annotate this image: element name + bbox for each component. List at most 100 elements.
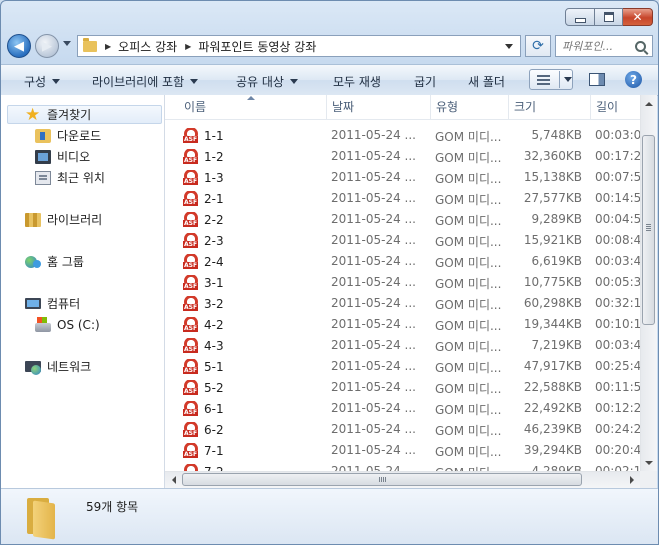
burn-button[interactable]: 굽기 bbox=[414, 73, 436, 90]
table-row[interactable]: 2-3 2011-05-24 ... GOM 미디... 15,921KB 00:08:… bbox=[165, 230, 640, 251]
file-size: 22,492KB bbox=[523, 401, 582, 415]
table-row[interactable]: 4-3 2011-05-24 ... GOM 미디... 7,219KB 00:03:4… bbox=[165, 335, 640, 356]
view-options-button[interactable] bbox=[529, 69, 573, 90]
file-size: 10,775KB bbox=[523, 275, 582, 289]
help-icon[interactable]: ? bbox=[625, 71, 642, 88]
horizontal-scroll-thumb[interactable] bbox=[182, 473, 582, 486]
breadcrumb-separator-icon[interactable]: ▶ bbox=[185, 42, 191, 51]
file-length: 00:03:46 bbox=[595, 338, 640, 352]
new-folder-button[interactable]: 새 폴더 bbox=[468, 73, 505, 90]
sidebar-item-network[interactable]: 네트워크 bbox=[25, 357, 91, 376]
file-date: 2011-05-24 ... bbox=[331, 464, 416, 471]
table-row[interactable]: 2-4 2011-05-24 ... GOM 미디... 6,619KB 00:03:4… bbox=[165, 251, 640, 272]
file-type: GOM 미디... bbox=[435, 172, 502, 186]
hard-disk-icon bbox=[35, 316, 51, 332]
file-name: 7-1 bbox=[204, 443, 224, 458]
table-row[interactable]: 5-1 2011-05-24 ... GOM 미디... 47,917KB 00:25:… bbox=[165, 356, 640, 377]
file-length: 00:20:49 bbox=[595, 443, 640, 457]
table-row[interactable]: 4-2 2011-05-24 ... GOM 미디... 19,344KB 00:10:… bbox=[165, 314, 640, 335]
sidebar-item-libraries[interactable]: 라이브러리 bbox=[25, 210, 102, 229]
column-header-type[interactable]: 유형 bbox=[431, 95, 509, 119]
refresh-button[interactable]: ⟳ bbox=[525, 35, 551, 57]
search-input[interactable] bbox=[562, 39, 632, 53]
table-row[interactable]: 1-2 2011-05-24 ... GOM 미디... 32,360KB 00:17:… bbox=[165, 146, 640, 167]
table-row[interactable]: 7-1 2011-05-24 ... GOM 미디... 39,294KB 00:20:… bbox=[165, 440, 640, 461]
address-dropdown-icon[interactable] bbox=[505, 44, 513, 49]
file-date: 2011-05-24 ... bbox=[331, 254, 416, 268]
sidebar-item-favorites[interactable]: 즐겨찾기 bbox=[7, 105, 162, 125]
file-name: 5-2 bbox=[204, 380, 224, 395]
maximize-button[interactable] bbox=[595, 8, 623, 26]
file-name-cell: 1-2 bbox=[183, 149, 323, 164]
sidebar-item-label: 홈 그룹 bbox=[47, 255, 84, 269]
table-row[interactable]: 2-1 2011-05-24 ... GOM 미디... 27,577KB 00:14:… bbox=[165, 188, 640, 209]
table-row[interactable]: 2-2 2011-05-24 ... GOM 미디... 9,289KB 00:04:5… bbox=[165, 209, 640, 230]
include-library-button[interactable]: 라이브러리에 포함 bbox=[92, 73, 199, 90]
file-type: GOM 미디... bbox=[435, 277, 502, 291]
asf-file-icon bbox=[183, 275, 199, 290]
forward-button[interactable]: ▶ bbox=[35, 34, 59, 58]
folder-icon bbox=[23, 498, 57, 540]
file-name-cell: 5-2 bbox=[183, 380, 323, 395]
arrow-left-icon bbox=[171, 476, 176, 484]
vertical-scrollbar[interactable] bbox=[640, 95, 657, 471]
back-button[interactable]: ◀ bbox=[7, 34, 31, 58]
play-all-button[interactable]: 모두 재생 bbox=[333, 73, 381, 90]
file-date: 2011-05-24 ... bbox=[331, 233, 416, 247]
chevron-down-icon[interactable] bbox=[564, 77, 572, 82]
caption-buttons: ✕ bbox=[565, 8, 653, 26]
sidebar-item-downloads[interactable]: 다운로드 bbox=[35, 126, 101, 145]
scroll-right-button[interactable] bbox=[623, 472, 640, 488]
search-icon[interactable] bbox=[635, 41, 646, 52]
breadcrumb-powerpoint-course[interactable]: 파워포인트 동영상 강좌 bbox=[198, 38, 316, 55]
table-row[interactable]: 5-2 2011-05-24 ... GOM 미디... 22,588KB 00:11:… bbox=[165, 377, 640, 398]
file-name: 6-1 bbox=[204, 401, 224, 416]
asf-file-icon bbox=[183, 128, 199, 143]
vertical-scroll-thumb[interactable] bbox=[642, 135, 655, 325]
search-box[interactable] bbox=[555, 35, 653, 57]
table-row[interactable]: 3-1 2011-05-24 ... GOM 미디... 10,775KB 00:05:… bbox=[165, 272, 640, 293]
table-row[interactable]: 6-1 2011-05-24 ... GOM 미디... 22,492KB 00:12:… bbox=[165, 398, 640, 419]
sidebar-item-videos[interactable]: 비디오 bbox=[35, 147, 90, 166]
preview-pane-icon[interactable] bbox=[589, 73, 605, 86]
table-row[interactable]: 3-2 2011-05-24 ... GOM 미디... 60,298KB 00:32:… bbox=[165, 293, 640, 314]
sidebar-item-drive-c[interactable]: OS (C:) bbox=[35, 315, 100, 334]
recent-places-icon bbox=[35, 170, 51, 185]
organize-button[interactable]: 구성 bbox=[24, 73, 61, 90]
file-size: 9,289KB bbox=[531, 212, 582, 226]
sidebar-item-computer[interactable]: 컴퓨터 bbox=[25, 294, 80, 313]
table-row[interactable]: 6-2 2011-05-24 ... GOM 미디... 46,239KB 00:24:… bbox=[165, 419, 640, 440]
file-length: 00:17:22 bbox=[595, 149, 640, 163]
minimize-button[interactable] bbox=[565, 8, 595, 26]
sidebar-item-homegroup[interactable]: 홈 그룹 bbox=[25, 252, 84, 271]
breadcrumb-separator-icon[interactable]: ▶ bbox=[105, 42, 111, 51]
scroll-down-button[interactable] bbox=[641, 454, 657, 471]
table-row[interactable]: 1-1 2011-05-24 ... GOM 미디... 5,748KB 00:03:0… bbox=[165, 125, 640, 146]
share-button[interactable]: 공유 대상 bbox=[236, 73, 298, 90]
file-name: 3-2 bbox=[204, 296, 224, 311]
column-header-size[interactable]: 크기 bbox=[509, 95, 591, 119]
recent-pages-dropdown[interactable] bbox=[63, 41, 71, 46]
table-row[interactable]: 1-3 2011-05-24 ... GOM 미디... 15,138KB 00:07:… bbox=[165, 167, 640, 188]
close-icon: ✕ bbox=[632, 10, 643, 24]
file-name-cell: 6-2 bbox=[183, 422, 323, 437]
scroll-up-button[interactable] bbox=[641, 95, 657, 112]
horizontal-scrollbar[interactable] bbox=[165, 471, 640, 488]
forward-arrow-icon: ▶ bbox=[42, 38, 52, 54]
breadcrumb-office-course[interactable]: 오피스 강좌 bbox=[118, 38, 177, 55]
column-header-length[interactable]: 길이 bbox=[591, 95, 640, 119]
file-name: 1-1 bbox=[204, 128, 224, 143]
sidebar-item-label: 즐겨찾기 bbox=[47, 108, 92, 122]
close-button[interactable]: ✕ bbox=[623, 8, 653, 26]
column-header-date[interactable]: 날짜 bbox=[327, 95, 431, 119]
sidebar-item-recent[interactable]: 최근 위치 bbox=[35, 168, 105, 187]
file-length: 00:02:11 bbox=[595, 464, 640, 471]
asf-file-icon bbox=[183, 212, 199, 227]
chevron-down-icon bbox=[289, 79, 298, 84]
asf-file-icon bbox=[183, 296, 199, 311]
address-bar[interactable]: ▶ 오피스 강좌 ▶ 파워포인트 동영상 강좌 bbox=[77, 35, 521, 57]
file-type: GOM 미디... bbox=[435, 256, 502, 270]
details-pane: 59개 항목 bbox=[1, 488, 658, 544]
table-row[interactable]: 7-2 2011-05-24 ... GOM 미디... 4,289KB 00:02:1… bbox=[165, 461, 640, 471]
scroll-left-button[interactable] bbox=[165, 472, 182, 488]
